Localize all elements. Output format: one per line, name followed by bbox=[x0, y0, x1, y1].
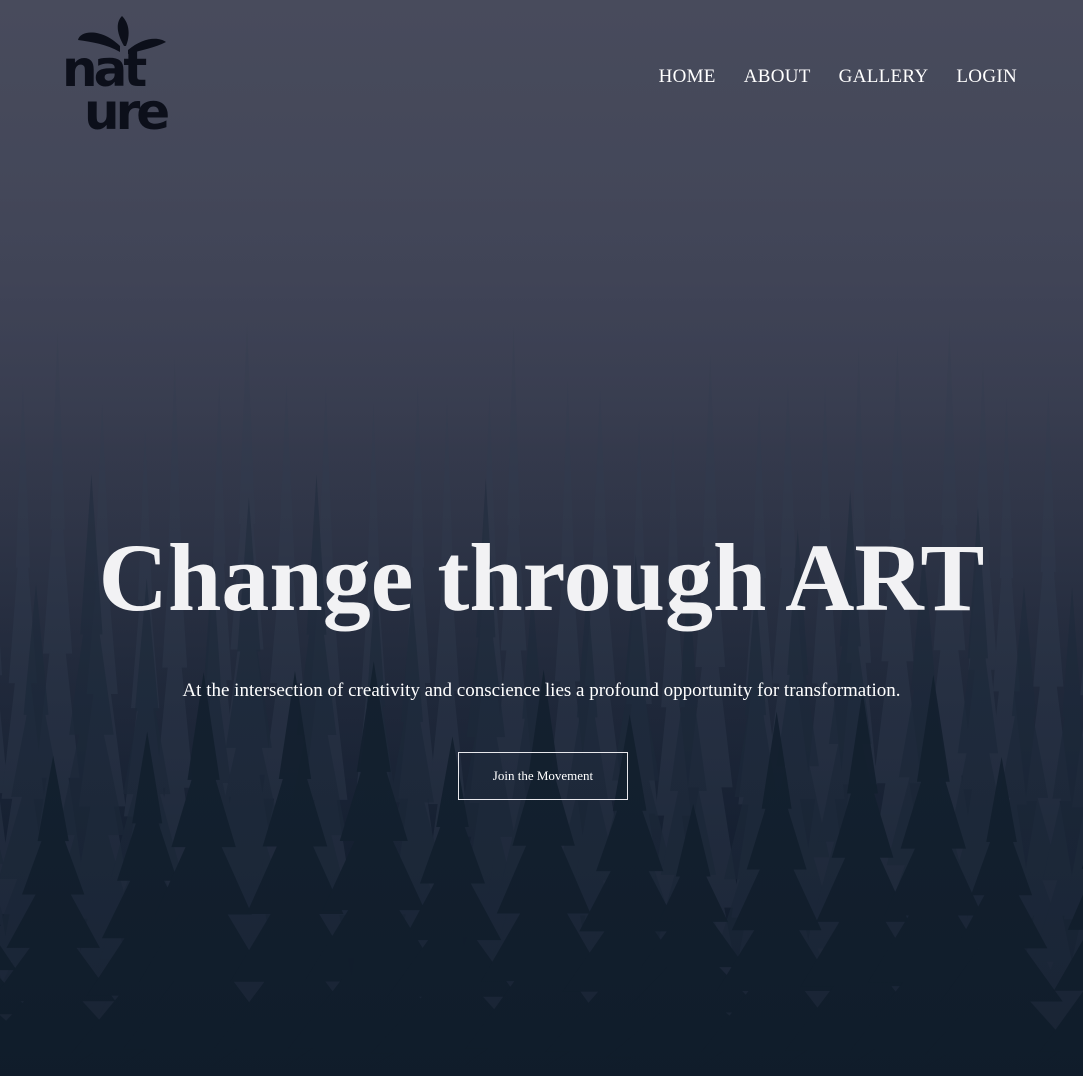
nav-about[interactable]: ABOUT bbox=[744, 66, 811, 88]
join-movement-button[interactable]: Join the Movement bbox=[458, 752, 628, 800]
hero-section: nat ure HOME ABOUT GALLERY LOGIN Change … bbox=[0, 0, 1083, 1076]
nature-logo[interactable]: nat ure bbox=[62, 16, 208, 134]
hero-headline: Change through ART bbox=[98, 524, 985, 631]
nav-home[interactable]: HOME bbox=[659, 66, 716, 88]
logo-text-bottom: ure bbox=[84, 83, 168, 134]
main-navigation: HOME ABOUT GALLERY LOGIN bbox=[659, 66, 1017, 88]
nav-gallery[interactable]: GALLERY bbox=[839, 66, 929, 88]
nav-login[interactable]: LOGIN bbox=[956, 66, 1017, 88]
hero-subline: At the intersection of creativity and co… bbox=[182, 680, 901, 701]
